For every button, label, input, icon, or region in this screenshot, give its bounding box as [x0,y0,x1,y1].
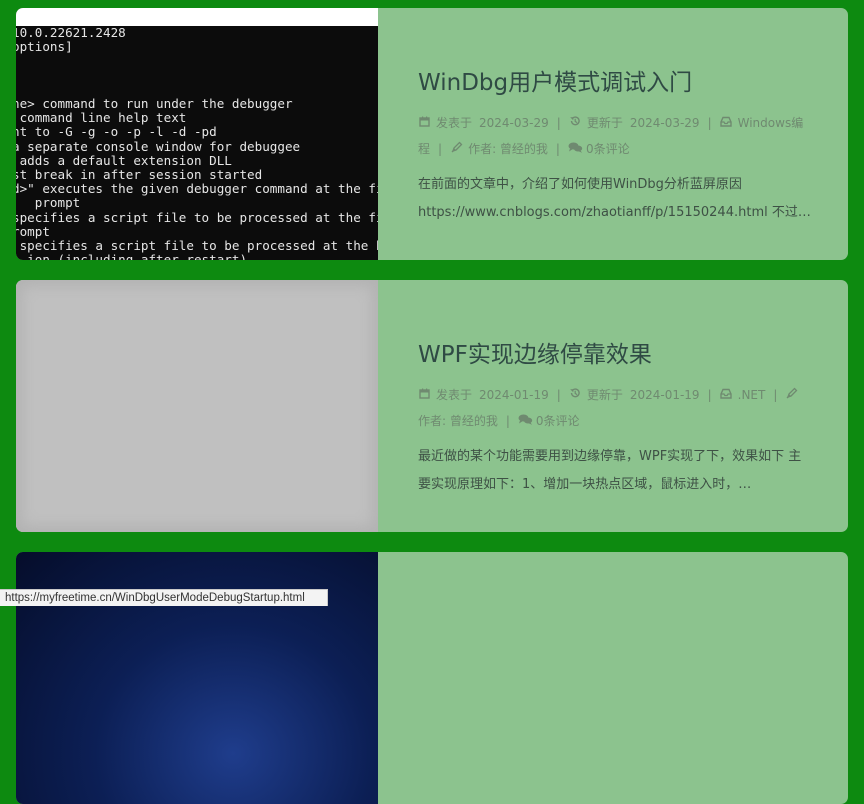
post-author: 作者: 曾经的我 [468,141,548,156]
meta-separator: | [555,141,560,156]
terminal-text: 10.0.22621.2428 options] ne> command to … [16,25,378,260]
post-title[interactable]: WinDbg用户模式调试入门 [418,67,820,99]
history-icon [569,384,582,409]
inbox-icon [720,384,733,409]
comments-icon [568,138,583,163]
post-thumbnail[interactable] [16,280,378,532]
posted-label: 发表于 [436,116,473,130]
meta-separator: | [556,388,561,402]
post-excerpt: 最近做的某个功能需要用到边缘停靠，WPF实现了下，效果如下 主要实现原理如下：1… [418,449,802,492]
inbox-icon [720,112,733,137]
posted-date: 2024-01-19 [479,388,549,402]
updated-date: 2024-01-19 [629,388,700,402]
posted-date: 2024-03-29 [479,116,549,130]
post-meta: 发表于 2024-01-19 | 更新于 2024-01-19 | .NET | 作者: … [418,383,820,434]
post-card[interactable]: 10.0.22621.2428 options] ne> command to … [16,8,848,260]
post-category-continued[interactable]: 程 [418,142,430,156]
post-comments[interactable]: 0条评论 [586,142,630,156]
posted-label: 发表于 [436,388,473,402]
post-meta: 发表于 2024-03-29 | 更新于 2024-03-29 | Windows编程 |… [418,111,820,162]
post-title[interactable]: WPF实现边缘停靠效果 [418,339,820,371]
meta-separator: | [707,388,712,402]
post-content: WinDbg用户模式调试入门 发表于 2024-03-29 | 更新于 2024-03… [418,8,820,227]
pen-icon [785,384,798,409]
history-icon [569,112,582,137]
meta-separator: | [707,116,712,130]
post-content: WPF实现边缘停靠效果 发表于 2024-01-19 | 更新于 2024-01-19… [418,280,820,499]
meta-separator: | [438,141,443,156]
pen-icon [450,138,463,163]
updated-label: 更新于 [586,388,623,402]
meta-separator: | [773,388,778,402]
post-comments[interactable]: 0条评论 [536,414,580,428]
updated-label: 更新于 [586,116,623,130]
calendar-icon [418,112,431,137]
comments-icon [518,410,533,435]
post-card[interactable]: WPF实现边缘停靠效果 发表于 2024-01-19 | 更新于 2024-01-19… [16,280,848,532]
post-thumbnail[interactable]: 10.0.22621.2428 options] ne> command to … [16,8,378,260]
link-status-bar: https://myfreetime.cn/WinDbgUserModeDebu… [0,589,328,606]
post-author: 作者: 曾经的我 [418,413,498,428]
meta-separator: | [556,116,561,130]
post-category[interactable]: .NET [738,388,766,402]
post-excerpt: 在前面的文章中，介绍了如何使用WinDbg分析蓝屏原因 https://www.… [418,177,811,220]
terminal-titlebar [16,8,378,26]
post-category[interactable]: Windows编 [738,116,804,130]
meta-separator: | [505,413,510,428]
updated-date: 2024-03-29 [629,116,700,130]
calendar-icon [418,384,431,409]
